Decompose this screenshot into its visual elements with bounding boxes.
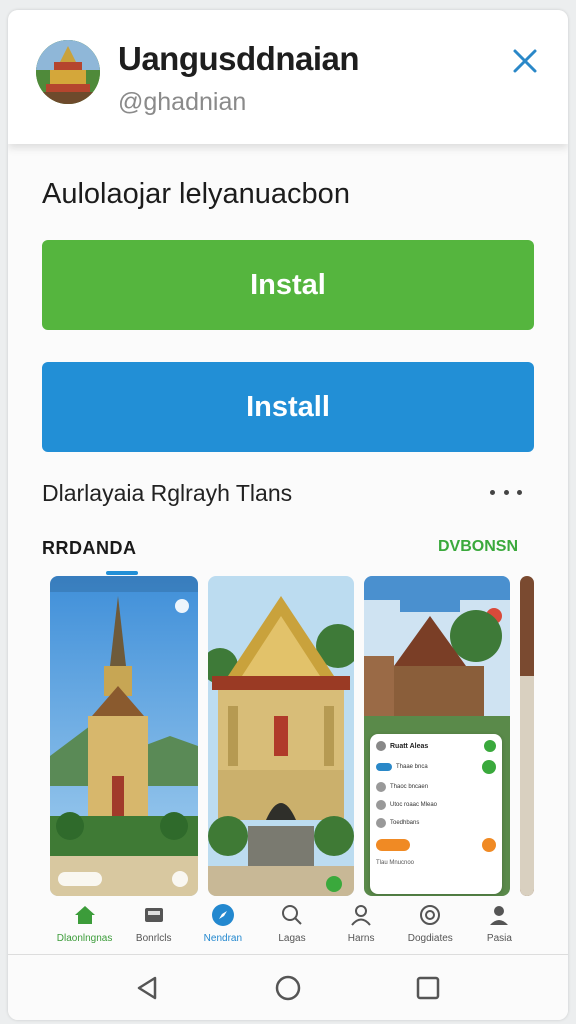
recents-button[interactable] [408, 968, 448, 1008]
gallery-label-left: RRDANDA [42, 538, 137, 558]
tab-people[interactable]: Harns [327, 896, 396, 950]
app-header: Uangusddnaian @ghadnian [8, 10, 568, 144]
shot3-card-footer: Tlau Mnucnoo [376, 860, 415, 866]
compass-icon [210, 903, 236, 927]
profile-icon [486, 903, 512, 927]
screenshots-title: Dlarlayaia Rglrayh Tlans [42, 480, 293, 506]
app-icon [36, 40, 100, 104]
install-button-secondary[interactable]: Install [42, 362, 534, 452]
screenshot-4[interactable] [520, 576, 534, 896]
tab-home[interactable]: Dlaonlngnas [50, 896, 119, 950]
tab-profile[interactable]: Pasia [465, 896, 534, 950]
tab-mentions[interactable]: Dogdiates [396, 896, 465, 950]
shot3-row-2: Thaoc bncaen [390, 784, 429, 790]
system-nav-bar [8, 954, 568, 1020]
tab-explore[interactable]: Nendran [188, 896, 257, 950]
preview-tab-bar: Dlaonlngnas Bonrlcls Nendran Lagas Harns… [50, 896, 534, 950]
section-title: Aulolaojar lelyanuacbon [42, 178, 350, 210]
app-handle: @ghadnian [118, 88, 247, 116]
tab-label-explore: Nendran [203, 932, 243, 944]
tab-label-inbox: Bonrlcls [135, 932, 172, 944]
back-button[interactable] [128, 968, 168, 1008]
person-icon [348, 903, 374, 927]
tab-label-profile: Pasia [486, 932, 512, 944]
install-button-primary[interactable]: Instal [42, 240, 534, 330]
recents-icon [416, 976, 440, 999]
shot3-row-3: Utoc roaac Mleao [390, 802, 438, 808]
shot3-card: Ruatt Aleas Thaae bnca Thaoc bncaen Utoc… [370, 734, 502, 894]
screenshot-2[interactable] [208, 576, 354, 896]
shot3-row-4: Toedhbans [390, 820, 420, 826]
install-button-primary-label: Instal [250, 268, 326, 301]
tab-label-people: Harns [347, 932, 375, 944]
search-icon [279, 903, 305, 927]
more-options-icon[interactable] [490, 482, 522, 502]
back-icon [137, 976, 157, 999]
phone-frame: Uangusddnaian @ghadnian Aulolaojar lelya… [8, 10, 568, 1020]
tab-search[interactable]: Lagas [257, 896, 326, 950]
shot3-row-1: Thaae bnca [396, 764, 428, 770]
screenshot-gallery[interactable]: Ruatt Aleas Thaae bnca Thaoc bncaen Utoc… [50, 568, 550, 950]
screenshot-3[interactable]: Ruatt Aleas Thaae bnca Thaoc bncaen Utoc… [364, 576, 510, 896]
tab-label-search: Lagas [278, 932, 306, 944]
app-name: Uangusddnaian [118, 40, 360, 77]
shot3-card-title: Ruatt Aleas [390, 742, 429, 750]
home-icon [72, 903, 98, 927]
home-circle-icon [275, 975, 301, 1000]
tab-inbox[interactable]: Bonrlcls [119, 896, 188, 950]
close-button[interactable] [504, 40, 546, 82]
screenshot-1[interactable] [50, 576, 198, 896]
home-button[interactable] [268, 968, 308, 1008]
tab-label-home: Dlaonlngnas [56, 932, 113, 944]
install-button-secondary-label: Install [246, 390, 330, 423]
gallery-indicator [106, 571, 138, 575]
gallery-label-right[interactable]: DVBONSN [438, 538, 518, 556]
tab-label-mentions: Dogdiates [407, 932, 453, 944]
inbox-icon [141, 903, 167, 927]
at-icon [417, 903, 443, 927]
close-icon [513, 49, 537, 73]
